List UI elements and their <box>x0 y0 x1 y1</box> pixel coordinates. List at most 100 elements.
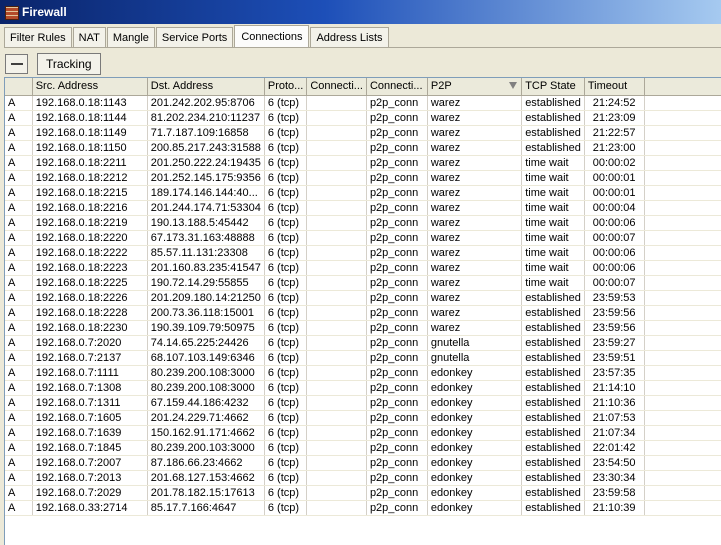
cell-connection-mark <box>306 395 367 411</box>
cell-p2p: warez <box>427 320 523 336</box>
cell-tcp-state: established <box>521 395 585 411</box>
column-header-label: TCP State <box>525 80 576 93</box>
table-row[interactable]: A 192.168.0.7:1639 150.162.91.171:4662 6 (t… <box>5 425 721 441</box>
cell-src-address: 192.168.0.18:2228 <box>32 305 148 321</box>
cell-p2p: edonkey <box>427 410 523 426</box>
cell-protocol: 6 (tcp) <box>264 440 308 456</box>
cell-connection-type: p2p_conn <box>366 335 428 351</box>
table-row[interactable]: A 192.168.0.18:2215 189.174.146.144:40... 6… <box>5 185 721 201</box>
table-row[interactable]: A 192.168.0.18:2220 67.173.31.163:48888 6 (… <box>5 230 721 246</box>
table-row[interactable]: A 192.168.0.7:1111 80.239.200.108:3000 6 (t… <box>5 365 721 381</box>
cell-timeout: 00:00:04 <box>584 200 645 216</box>
cell-connection-type: p2p_conn <box>366 320 428 336</box>
cell-protocol: 6 (tcp) <box>264 380 308 396</box>
column-header-tcp-state[interactable]: TCP State <box>521 78 585 96</box>
cell-protocol: 6 (tcp) <box>264 470 308 486</box>
tab-nat[interactable]: NAT <box>72 27 106 47</box>
cell-timeout: 00:00:01 <box>584 185 645 201</box>
table-row[interactable]: A 192.168.0.18:1149 71.7.187.109:16858 6 (t… <box>5 125 721 141</box>
cell-filler <box>644 275 721 291</box>
cell-protocol: 6 (tcp) <box>264 500 308 516</box>
cell-connection-mark <box>306 170 367 186</box>
table-row[interactable]: A 192.168.0.7:1845 80.239.200.103:3000 6 (t… <box>5 440 721 456</box>
table-row[interactable]: A 192.168.0.7:2020 74.14.65.225:24426 6 (tc… <box>5 335 721 351</box>
table-row[interactable]: A 192.168.0.18:1150 200.85.217.243:31588 6 … <box>5 140 721 156</box>
table-row[interactable]: A 192.168.0.18:2225 190.72.14.29:55855 6 (t… <box>5 275 721 291</box>
cell-connection-mark <box>306 455 367 471</box>
table-row[interactable]: A 192.168.0.7:1308 80.239.200.108:3000 6 (t… <box>5 380 721 396</box>
column-header-src-address[interactable]: Src. Address <box>32 78 148 96</box>
cell-connection-type: p2p_conn <box>366 290 428 306</box>
tracking-button[interactable]: Tracking <box>37 53 101 75</box>
table-row[interactable]: A 192.168.0.7:1311 67.159.44.186:4232 6 (tc… <box>5 395 721 411</box>
cell-tcp-state: established <box>521 125 585 141</box>
tab-divider <box>4 47 721 48</box>
table-row[interactable]: A 192.168.0.18:2226 201.209.180.14:21250 6 … <box>5 290 721 306</box>
cell-p2p: warez <box>427 125 523 141</box>
table-row[interactable]: A 192.168.0.7:2137 68.107.103.149:6346 6 (t… <box>5 350 721 366</box>
column-header-flags[interactable] <box>5 78 33 96</box>
cell-filler <box>644 410 721 426</box>
table-row[interactable]: A 192.168.0.18:2222 85.57.11.131:23308 6 (t… <box>5 245 721 261</box>
cell-connection-mark <box>306 305 367 321</box>
cell-p2p: edonkey <box>427 395 523 411</box>
cell-filler <box>644 140 721 156</box>
column-header-label: Connecti... <box>310 80 363 93</box>
table-row[interactable]: A 192.168.0.18:2212 201.252.145.175:9356 6 … <box>5 170 721 186</box>
cell-timeout: 00:00:06 <box>584 215 645 231</box>
cell-timeout: 23:59:27 <box>584 335 645 351</box>
cell-connection-type: p2p_conn <box>366 170 428 186</box>
cell-dst-address: 80.239.200.108:3000 <box>147 365 265 381</box>
tab-service-ports[interactable]: Service Ports <box>155 27 234 47</box>
table-row[interactable]: A 192.168.0.7:2013 201.68.127.153:4662 6 (t… <box>5 470 721 486</box>
table-row[interactable]: A 192.168.0.18:1143 201.242.202.95:8706 6 (… <box>5 95 721 111</box>
cell-protocol: 6 (tcp) <box>264 410 308 426</box>
table-header-row: Src. Address Dst. Address Proto... Connecti… <box>5 78 721 96</box>
cell-filler <box>644 305 721 321</box>
table-row[interactable]: A 192.168.0.18:2228 200.73.36.118:15001 6 (… <box>5 305 721 321</box>
cell-dst-address: 74.14.65.225:24426 <box>147 335 265 351</box>
column-header-timeout[interactable]: Timeout <box>584 78 645 96</box>
tab-address-lists[interactable]: Address Lists <box>310 27 389 47</box>
remove-button[interactable] <box>5 54 28 74</box>
table-row[interactable]: A 192.168.0.33:2714 85.17.7.166:4647 6 (tcp… <box>5 500 721 516</box>
table-row[interactable]: A 192.168.0.18:2219 190.13.188.5:45442 6 (t… <box>5 215 721 231</box>
table-row[interactable]: A 192.168.0.18:1144 81.202.234.210:11237 6 … <box>5 110 721 126</box>
cell-connection-type: p2p_conn <box>366 350 428 366</box>
tab-mangle[interactable]: Mangle <box>106 27 155 47</box>
cell-timeout: 21:07:34 <box>584 425 645 441</box>
cell-tcp-state: established <box>521 440 585 456</box>
cell-connection-type: p2p_conn <box>366 365 428 381</box>
table-row[interactable]: A 192.168.0.7:1605 201.24.229.71:4662 6 (tc… <box>5 410 721 426</box>
tab-filter-rules[interactable]: Filter Rules <box>4 27 72 47</box>
cell-filler <box>644 260 721 276</box>
tab-connections[interactable]: Connections <box>234 25 310 48</box>
cell-dst-address: 201.252.145.175:9356 <box>147 170 265 186</box>
cell-flags: A <box>5 425 33 441</box>
cell-dst-address: 85.17.7.166:4647 <box>147 500 265 516</box>
table-row[interactable]: A 192.168.0.18:2216 201.244.174.71:53304 6 … <box>5 200 721 216</box>
cell-filler <box>644 125 721 141</box>
table-row[interactable]: A 192.168.0.18:2223 201.160.83.235:41547 6 … <box>5 260 721 276</box>
column-header-protocol[interactable]: Proto... <box>264 78 308 96</box>
cell-filler <box>644 485 721 501</box>
cell-src-address: 192.168.0.18:2211 <box>32 155 148 171</box>
column-header-connection-type[interactable]: Connecti... <box>366 78 428 96</box>
cell-src-address: 192.168.0.18:1143 <box>32 95 148 111</box>
cell-tcp-state: established <box>521 455 585 471</box>
cell-flags: A <box>5 170 33 186</box>
table-row[interactable]: A 192.168.0.18:2230 190.39.109.79:50975 6 (… <box>5 320 721 336</box>
column-header-dst-address[interactable]: Dst. Address <box>147 78 265 96</box>
table-row[interactable]: A 192.168.0.7:2029 201.78.182.15:17613 6 (t… <box>5 485 721 501</box>
cell-src-address: 192.168.0.7:2029 <box>32 485 148 501</box>
column-header-connection-mark[interactable]: Connecti... <box>306 78 367 96</box>
cell-p2p: warez <box>427 185 523 201</box>
cell-protocol: 6 (tcp) <box>264 425 308 441</box>
cell-tcp-state: established <box>521 365 585 381</box>
column-header-p2p[interactable]: P2P <box>427 78 523 96</box>
cell-dst-address: 201.68.127.153:4662 <box>147 470 265 486</box>
table-row[interactable]: A 192.168.0.7:2007 87.186.66.23:4662 6 (tcp… <box>5 455 721 471</box>
table-row[interactable]: A 192.168.0.18:2211 201.250.222.24:19435 6 … <box>5 155 721 171</box>
column-header-label: Timeout <box>587 80 628 93</box>
cell-protocol: 6 (tcp) <box>264 95 308 111</box>
